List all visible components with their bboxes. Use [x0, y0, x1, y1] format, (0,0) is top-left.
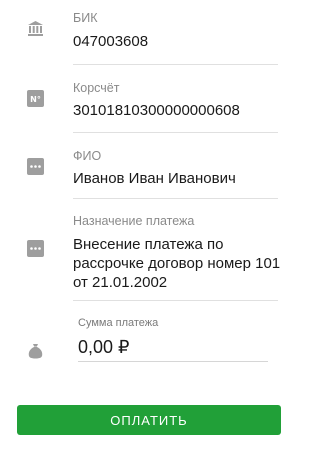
- more-icon: [27, 158, 44, 175]
- fio-value: Иванов Иван Иванович: [73, 170, 236, 187]
- divider: [73, 132, 278, 133]
- pay-button[interactable]: ОПЛАТИТЬ: [17, 405, 281, 435]
- divider: [73, 300, 278, 301]
- fio-label: ФИО: [73, 149, 102, 163]
- bik-value: 047003608: [73, 33, 149, 50]
- amount-label: Сумма платежа: [78, 317, 159, 329]
- korschet-label: Корсчёт: [73, 81, 120, 95]
- svg-text:N°: N°: [30, 95, 41, 104]
- divider: [73, 198, 278, 199]
- amount-input[interactable]: 0,00 ₽: [78, 337, 268, 362]
- number-sign-icon: N°: [27, 90, 44, 107]
- money-bag-icon: [27, 342, 44, 359]
- bank-icon: [27, 20, 44, 37]
- more-icon: [27, 240, 44, 257]
- divider: [73, 64, 278, 65]
- purpose-value: Внесение платежа по рассрочке договор но…: [73, 236, 281, 291]
- purpose-label: Назначение платежа: [73, 214, 195, 228]
- bik-label: БИК: [73, 11, 98, 25]
- korschet-value: 30101810300000000608: [73, 102, 240, 119]
